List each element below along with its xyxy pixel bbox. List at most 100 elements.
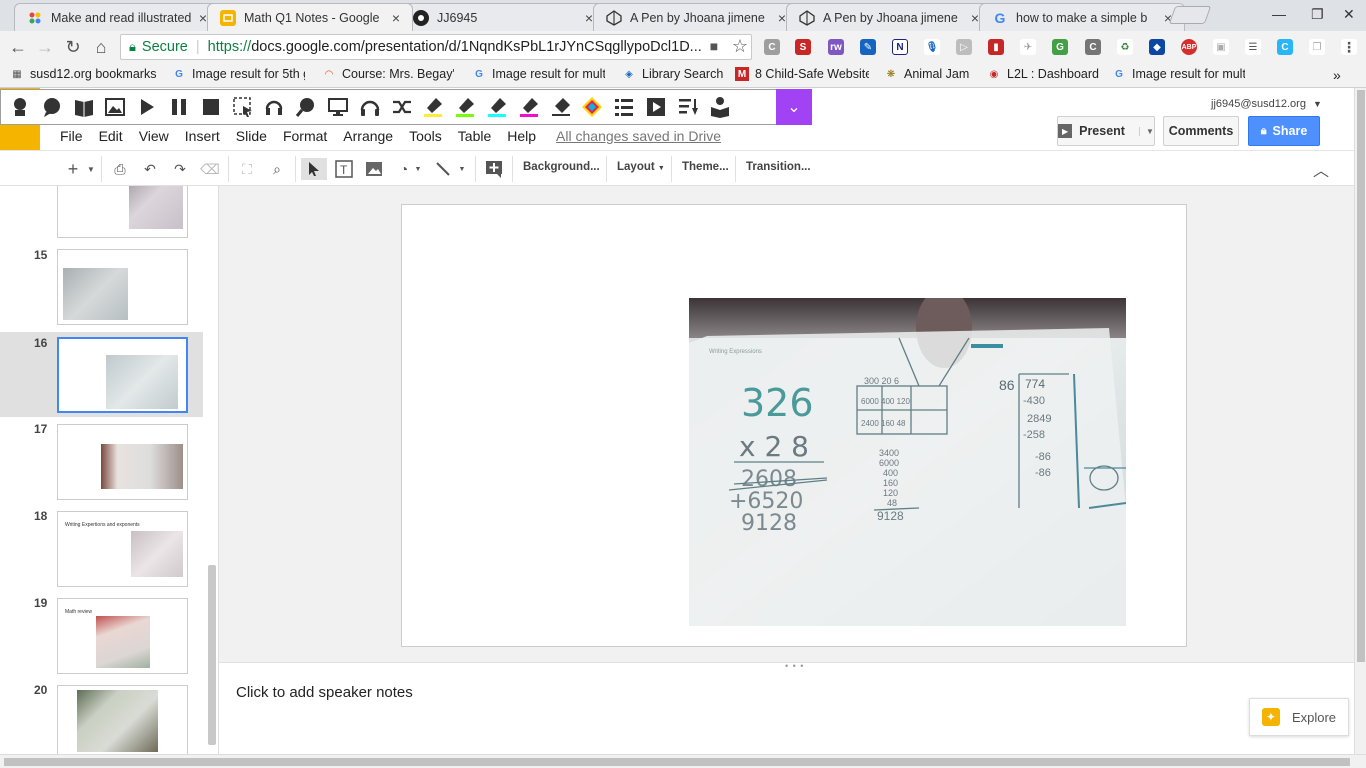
current-slide[interactable]: 326 x 2 8 2608 +6520 9128 300 20 6 6000 …: [401, 204, 1187, 647]
back-arrow-icon[interactable]: ←: [8, 37, 28, 58]
menu-format[interactable]: Format: [283, 128, 327, 144]
slide-thumbnail[interactable]: [57, 249, 188, 325]
print-icon[interactable]: ⎙: [109, 158, 131, 180]
redo-icon[interactable]: ↷: [169, 158, 191, 180]
slide-thumbnail[interactable]: [57, 186, 188, 238]
browser-tab[interactable]: A Pen by Jhoana jimene ×: [593, 3, 799, 31]
extension-rw-icon[interactable]: rw: [828, 39, 844, 55]
adblock-icon[interactable]: ABP: [1181, 39, 1197, 55]
line-dropdown-icon[interactable]: ▼: [456, 158, 468, 180]
extension-pen-icon[interactable]: ✎: [860, 39, 876, 55]
extension-copy-icon[interactable]: ❐: [1309, 39, 1325, 55]
bookmark-item[interactable]: ▦ susd12.org bookmarks: [10, 67, 156, 81]
filmstrip-scrollbar[interactable]: [208, 565, 216, 745]
video-play-icon[interactable]: [645, 96, 667, 118]
select-cursor-icon[interactable]: [301, 158, 327, 180]
color-wheel-icon[interactable]: [581, 96, 603, 118]
chrome-menu-icon[interactable]: ⋮: [1341, 39, 1357, 55]
add-comment-icon[interactable]: [483, 158, 505, 180]
new-slide-dropdown-icon[interactable]: ▼: [84, 158, 98, 180]
extension-g-icon[interactable]: G: [1052, 39, 1068, 55]
slide-thumbnail[interactable]: Writing Expertions and exponents: [57, 511, 188, 587]
chevron-down-icon[interactable]: ⌄: [776, 89, 812, 125]
bookmark-item[interactable]: ◉ L2L : Dashboard: [987, 67, 1099, 81]
extension-c-icon[interactable]: C: [764, 39, 780, 55]
slide-thumbnail-item[interactable]: 20: [0, 680, 203, 754]
speaker-lightbulb-icon[interactable]: [9, 96, 31, 118]
speech-bubble-icon[interactable]: [41, 96, 63, 118]
new-tab-button[interactable]: [1168, 6, 1212, 24]
list-icon[interactable]: ☰: [1245, 39, 1261, 55]
slide-photo-notebook-math[interactable]: 326 x 2 8 2608 +6520 9128 300 20 6 6000 …: [689, 298, 1126, 626]
sort-down-icon[interactable]: [677, 96, 699, 118]
shuffle-icon[interactable]: [391, 96, 413, 118]
menu-table[interactable]: Table: [458, 128, 491, 144]
bookmark-item[interactable]: ◠ Course: Mrs. Begay's: [322, 67, 454, 81]
recycle-icon[interactable]: ♻: [1117, 39, 1133, 55]
page-horizontal-scrollbar[interactable]: [0, 754, 1366, 768]
bookmark-star-icon[interactable]: ☆: [730, 36, 750, 57]
camera-icon[interactable]: ■: [704, 38, 724, 54]
book-icon[interactable]: [73, 96, 95, 118]
close-icon[interactable]: ×: [388, 10, 404, 26]
browser-tab-active[interactable]: Math Q1 Notes - Google ×: [207, 3, 413, 31]
page-vertical-scrollbar[interactable]: [1354, 88, 1366, 754]
maximize-icon[interactable]: ❐: [1311, 6, 1324, 23]
bookmark-item[interactable]: G Image result for 5th g: [172, 67, 305, 81]
slide-thumbnail-item[interactable]: 19 Math review: [0, 593, 203, 677]
share-button[interactable]: 🔒︎ Share: [1248, 116, 1320, 146]
paint-format-icon[interactable]: ⌫: [199, 158, 221, 180]
slide-thumbnail-item-selected[interactable]: 16: [0, 332, 203, 417]
text-box-icon[interactable]: T: [333, 158, 355, 180]
monitor-icon[interactable]: [327, 96, 349, 118]
highlighter-green-icon[interactable]: [454, 96, 476, 118]
extension-c2-icon[interactable]: C: [1085, 39, 1101, 55]
slide-thumbnail-item[interactable]: 17: [0, 419, 203, 503]
present-button[interactable]: ▶ Present ▼: [1057, 116, 1155, 146]
extension-bird-icon[interactable]: ✈: [1020, 39, 1036, 55]
slide-thumbnail[interactable]: [57, 685, 188, 754]
layout-button[interactable]: Layout ▼: [617, 161, 665, 173]
bookmark-item[interactable]: ❋ Animal Jam: [884, 67, 970, 81]
browser-tab[interactable]: Make and read illustrated ×: [14, 3, 220, 31]
bookmark-item[interactable]: M 8 Child-Safe Website: [735, 67, 869, 81]
background-button[interactable]: Background...: [523, 161, 600, 173]
picture-icon[interactable]: [104, 96, 126, 118]
headset-icon[interactable]: [263, 96, 285, 118]
screenshot-icon[interactable]: ▣: [1213, 39, 1229, 55]
browser-tab[interactable]: A Pen by Jhoana jimene ×: [786, 3, 992, 31]
extension-s-icon[interactable]: S: [795, 39, 811, 55]
pause-icon[interactable]: [168, 96, 190, 118]
slide-thumbnail-item[interactable]: [0, 186, 203, 240]
theme-button[interactable]: Theme...: [682, 161, 729, 173]
explore-button[interactable]: ✦ Explore: [1249, 698, 1349, 736]
zoom-icon[interactable]: ⌕: [266, 158, 288, 180]
reader-person-icon[interactable]: [709, 96, 731, 118]
minimize-icon[interactable]: —: [1272, 6, 1286, 22]
speaker-notes-panel[interactable]: • • • Click to add speaker notes: [219, 661, 1354, 754]
present-dropdown-chevron-icon[interactable]: ▼: [1138, 126, 1154, 136]
highlighter-magenta-icon[interactable]: [518, 96, 540, 118]
highlighter-cyan-icon[interactable]: [486, 96, 508, 118]
collapse-toolbar-chevron-icon[interactable]: ︿: [1310, 158, 1332, 180]
home-icon[interactable]: ⌂: [91, 37, 111, 58]
bookmarks-overflow-button[interactable]: »: [1333, 67, 1341, 83]
notes-resize-handle[interactable]: • • •: [785, 661, 804, 671]
headphones-icon[interactable]: [359, 96, 381, 118]
play-icon[interactable]: [136, 96, 158, 118]
microphone-icon[interactable]: 🎙︎: [924, 39, 940, 55]
slide-thumbnail[interactable]: Math review: [57, 598, 188, 674]
slide-thumbnail[interactable]: [57, 424, 188, 500]
eraser-icon[interactable]: [550, 96, 572, 118]
extension-book-icon[interactable]: ▮: [988, 39, 1004, 55]
menu-help[interactable]: Help: [507, 128, 536, 144]
extension-grey-icon[interactable]: ▷: [956, 39, 972, 55]
bookmark-item[interactable]: G Image result for mult: [472, 67, 605, 81]
menu-slide[interactable]: Slide: [236, 128, 267, 144]
slide-thumbnail-item[interactable]: 18 Writing Expertions and exponents: [0, 506, 203, 590]
zoom-fit-icon[interactable]: ⛶: [236, 158, 258, 180]
menu-edit[interactable]: Edit: [99, 128, 123, 144]
image-icon[interactable]: [363, 158, 385, 180]
menu-file[interactable]: File: [60, 128, 83, 144]
menu-tools[interactable]: Tools: [409, 128, 442, 144]
